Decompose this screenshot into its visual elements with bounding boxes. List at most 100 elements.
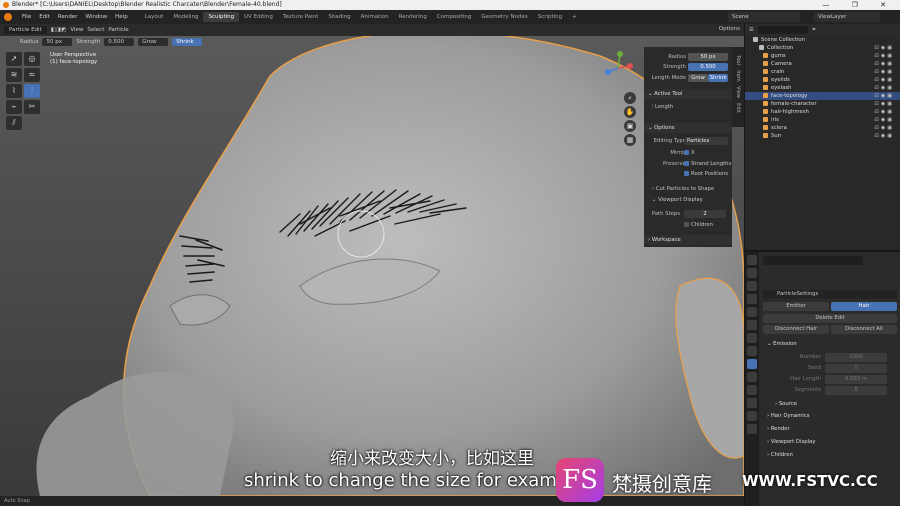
- editing-type-dropdown[interactable]: Particles: [684, 137, 728, 145]
- outliner-item[interactable]: gums ☑◉▣: [745, 52, 900, 60]
- cursor-tool-icon[interactable]: ◎: [24, 52, 40, 66]
- segments-field[interactable]: 5: [825, 386, 887, 395]
- camera-view-icon[interactable]: ▣: [624, 120, 636, 132]
- texture-props-icon[interactable]: [747, 424, 757, 434]
- emitter-button[interactable]: Emitter: [763, 302, 829, 311]
- active-tool-section[interactable]: ⌄ Active Tool: [644, 89, 732, 99]
- select-tool-icon[interactable]: ➚: [6, 52, 22, 66]
- source-section[interactable]: › Source: [771, 400, 900, 409]
- render-section[interactable]: › Render: [763, 425, 897, 434]
- outliner-item[interactable]: iris ☑◉▣: [745, 116, 900, 124]
- output-props-icon[interactable]: [747, 281, 757, 291]
- tab-compositing[interactable]: Compositing: [432, 12, 476, 22]
- navigation-gizmo-icon[interactable]: [600, 50, 636, 86]
- filter-icon[interactable]: ⏷: [812, 27, 816, 34]
- menu-select[interactable]: Select: [87, 27, 104, 33]
- outliner-item[interactable]: Camera ☑◉▣: [745, 60, 900, 68]
- visibility-icons[interactable]: ☑◉▣: [874, 76, 894, 84]
- outliner-item[interactable]: eyelids ☑◉▣: [745, 76, 900, 84]
- np-radius-field[interactable]: 50 px: [688, 53, 728, 61]
- render-props-icon[interactable]: [747, 268, 757, 278]
- number-field[interactable]: 1000: [825, 353, 887, 362]
- options-section[interactable]: ⌄ Options: [644, 123, 732, 133]
- seed-field[interactable]: 0: [825, 364, 887, 373]
- modifier-props-icon[interactable]: [747, 346, 757, 356]
- hair-button[interactable]: Hair: [831, 302, 897, 311]
- particle-props-icon[interactable]: [747, 359, 757, 369]
- visibility-icons[interactable]: ☑◉▣: [874, 108, 894, 116]
- delete-edit-button[interactable]: Delete Edit: [763, 314, 897, 323]
- tool-props-icon[interactable]: [747, 255, 757, 265]
- tab-modeling[interactable]: Modeling: [168, 12, 203, 22]
- hair-dynamics-section[interactable]: › Hair Dynamics: [763, 412, 897, 421]
- outliner-item[interactable]: hair-highmesh ☑◉▣: [745, 108, 900, 116]
- view-layer-props-icon[interactable]: [747, 294, 757, 304]
- visibility-icons[interactable]: ☑◉▣: [874, 116, 894, 124]
- tab-uv-editing[interactable]: UV Editing: [239, 12, 278, 22]
- outliner-item[interactable]: sclera ☑◉▣: [745, 124, 900, 132]
- menu-help[interactable]: Help: [111, 14, 132, 20]
- viewport-display-props-section[interactable]: › Viewport Display: [763, 438, 897, 447]
- tab-texture-paint[interactable]: Texture Paint: [278, 12, 324, 22]
- add-tool-icon[interactable]: ⌇: [6, 84, 22, 98]
- data-props-icon[interactable]: [747, 398, 757, 408]
- grow-button[interactable]: Grow: [138, 37, 169, 46]
- object-props-icon[interactable]: [747, 333, 757, 343]
- hair-length-field[interactable]: 0.003 m: [825, 375, 887, 384]
- pan-hand-icon[interactable]: ✋: [624, 106, 636, 118]
- particle-settings-field[interactable]: ParticleSettings: [763, 290, 897, 299]
- physics-props-icon[interactable]: [747, 372, 757, 382]
- outliner-item[interactable]: Sun ☑◉▣: [745, 132, 900, 140]
- tab-rendering[interactable]: Rendering: [394, 12, 432, 22]
- menu-edit[interactable]: Edit: [35, 14, 54, 20]
- window-controls[interactable]: — ❐ ✕: [822, 0, 896, 10]
- disconnect-hair-button[interactable]: Disconnect Hair: [763, 325, 829, 334]
- outliner-item[interactable]: crain ☑◉▣: [745, 68, 900, 76]
- scene-selector[interactable]: Scene: [728, 12, 800, 22]
- path-steps-field[interactable]: 2: [684, 210, 726, 218]
- tab-sculpting[interactable]: Sculpting: [203, 12, 240, 22]
- outliner-item[interactable]: face-topology ☑◉▣: [745, 92, 900, 100]
- visibility-icons[interactable]: ☑◉▣: [874, 68, 894, 76]
- strength-field[interactable]: 0.500: [104, 37, 135, 46]
- mode-dropdown[interactable]: Particle Edit: [4, 26, 47, 34]
- scene-collection-row[interactable]: Scene Collection: [745, 36, 900, 44]
- radius-field[interactable]: 50 px: [42, 37, 73, 46]
- outliner-editor-icon[interactable]: ☰: [749, 27, 754, 33]
- menu-view[interactable]: View: [70, 27, 83, 33]
- root-positions-checkbox[interactable]: Root Positions: [684, 170, 728, 178]
- visibility-icons[interactable]: ☑◉▣: [874, 92, 894, 100]
- world-props-icon[interactable]: [747, 320, 757, 330]
- menu-window[interactable]: Window: [81, 14, 111, 20]
- visibility-icons[interactable]: ☑◉▣: [874, 84, 894, 92]
- viewport-display-section[interactable]: ⌄ Viewport Display: [652, 196, 703, 204]
- visibility-icons[interactable]: ☑◉▣: [874, 44, 894, 52]
- children-checkbox[interactable]: Children: [684, 221, 713, 229]
- cut-tool-icon[interactable]: ✂: [24, 100, 40, 114]
- active-tool-item[interactable]: ⫶ Length: [652, 103, 673, 111]
- visibility-icons[interactable]: ☑◉▣: [874, 100, 894, 108]
- options-dropdown[interactable]: Options: [719, 26, 740, 32]
- perspective-toggle-icon[interactable]: ▦: [624, 134, 636, 146]
- menu-file[interactable]: File: [18, 14, 35, 20]
- cut-particles-section[interactable]: › Cut Particles to Shape: [652, 185, 714, 193]
- zoom-icon[interactable]: ⌕: [624, 92, 636, 104]
- outliner-item[interactable]: female-character ☑◉▣: [745, 100, 900, 108]
- scene-props-icon[interactable]: [747, 307, 757, 317]
- tab-shading[interactable]: Shading: [323, 12, 355, 22]
- menu-particle[interactable]: Particle: [108, 27, 128, 33]
- view-layer-selector[interactable]: ViewLayer: [814, 12, 880, 22]
- visibility-icons[interactable]: ☑◉▣: [874, 60, 894, 68]
- tab-tool[interactable]: Tool: [735, 54, 741, 66]
- visibility-icons[interactable]: ☑◉▣: [874, 132, 894, 140]
- length-tool-icon[interactable]: ⫶: [24, 84, 40, 98]
- strand-lengths-checkbox[interactable]: Strand Lengths: [684, 160, 731, 168]
- comb-tool-icon[interactable]: ≋: [6, 68, 22, 82]
- disconnect-all-button[interactable]: Disconnect All: [831, 325, 897, 334]
- np-strength-field[interactable]: 0.500: [688, 63, 728, 71]
- smooth-tool-icon[interactable]: ≈: [24, 68, 40, 82]
- puff-tool-icon[interactable]: ⌁: [6, 100, 22, 114]
- blender-menu-icon[interactable]: [4, 13, 12, 21]
- shrink-button[interactable]: Shrink: [172, 37, 203, 46]
- constraint-props-icon[interactable]: [747, 385, 757, 395]
